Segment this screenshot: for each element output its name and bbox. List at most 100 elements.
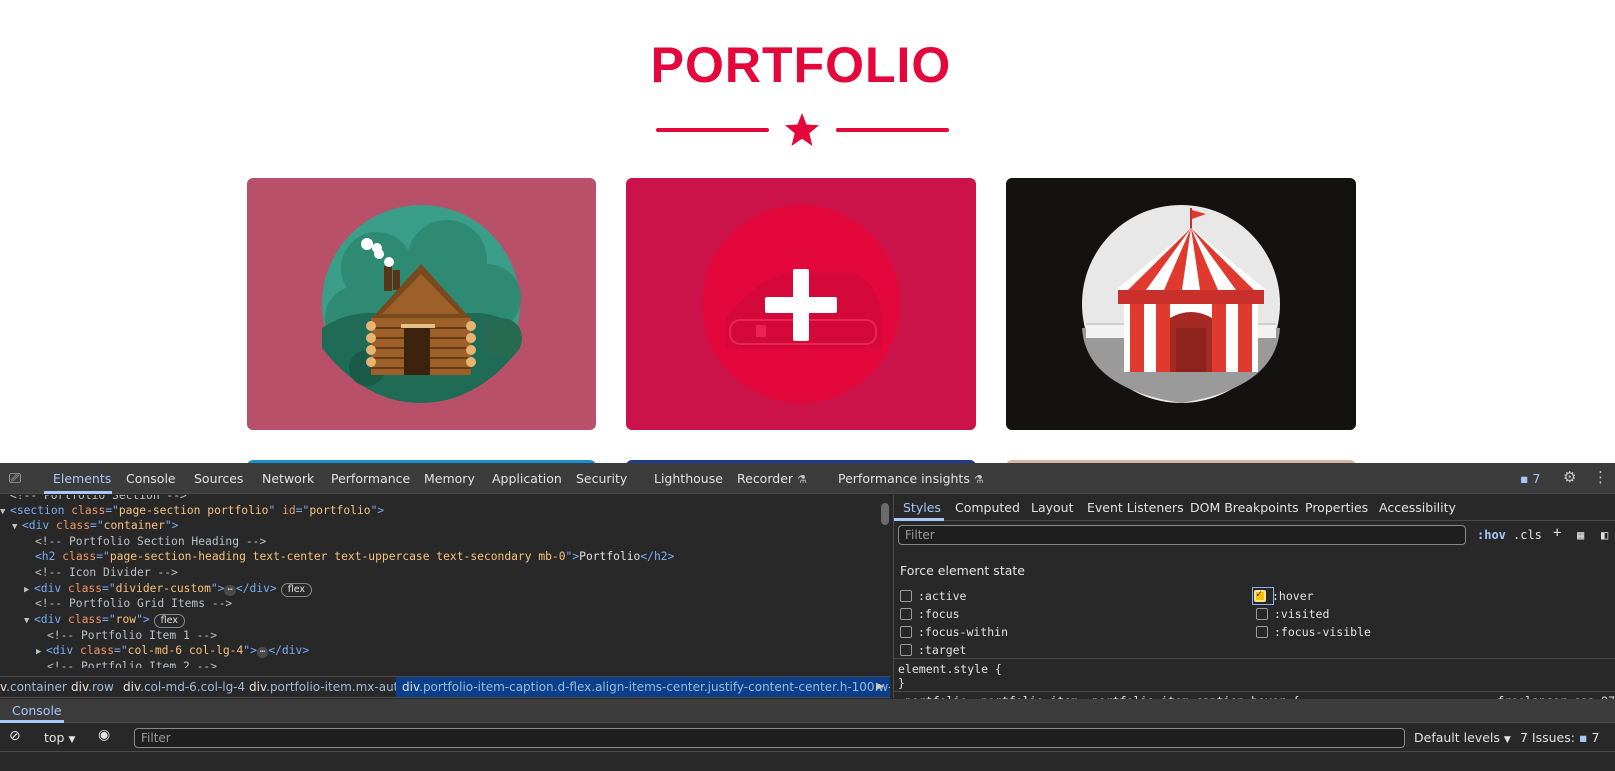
tree-comment: <!-- Portfolio Section --> — [10, 495, 187, 502]
checkbox[interactable] — [900, 626, 912, 638]
cls-toggle[interactable]: .cls — [1513, 528, 1542, 542]
checkbox[interactable] — [1256, 608, 1268, 620]
styles-tab-bar: Styles Computed Layout Event Listeners D… — [894, 495, 1615, 521]
tab-memory[interactable]: Memory — [424, 471, 475, 486]
gear-icon[interactable]: ⚙ — [1563, 468, 1576, 486]
circus-tent-illustration — [1006, 178, 1356, 430]
flex-badge[interactable]: flex — [280, 583, 313, 597]
tree-comment: <!-- Portfolio Section Heading --> — [35, 535, 267, 548]
tab-security[interactable]: Security — [576, 471, 627, 486]
tree-node-col[interactable]: ▶ <div class="col-md-6 col-lg-4"> ⋯ </div> — [36, 644, 309, 659]
flask-icon: ⚗ — [973, 473, 984, 486]
dropdown-arrow-icon: ▼ — [1503, 735, 1511, 745]
active-tab-indicator — [0, 720, 64, 723]
paint-icon[interactable]: ▦ — [1577, 528, 1584, 542]
expand-triangle-icon[interactable]: ▼ — [0, 505, 10, 519]
divider — [894, 691, 1615, 692]
tab-network[interactable]: Network — [262, 471, 314, 486]
message-icon: ▪ — [1578, 730, 1588, 745]
active-tab-indicator — [894, 518, 944, 521]
tab-sources[interactable]: Sources — [194, 471, 243, 486]
tab-performance[interactable]: Performance — [331, 471, 410, 486]
portfolio-item-3[interactable] — [1006, 178, 1356, 430]
tab-event-listeners[interactable]: Event Listeners — [1087, 500, 1184, 515]
breadcrumb-item[interactable]: div.row — [71, 680, 114, 694]
state-visited[interactable]: :visited — [1256, 607, 1329, 621]
tab-console-drawer[interactable]: Console — [12, 703, 62, 718]
flex-badge[interactable]: flex — [153, 614, 185, 628]
breadcrumb-scroll-right-icon[interactable]: ▶ — [876, 681, 884, 692]
breadcrumb-item[interactable]: v.container — [0, 680, 67, 694]
divider-line-right — [836, 128, 949, 132]
collapse-triangle-icon[interactable]: ▶ — [24, 583, 34, 597]
console-issues-label: 7 Issues: — [1520, 730, 1575, 745]
log-cabin-illustration — [247, 178, 596, 430]
checkbox[interactable] — [900, 590, 912, 602]
checkbox[interactable] — [900, 644, 912, 656]
tree-node-section[interactable]: ▼ <section class="page-section portfolio"… — [0, 504, 384, 519]
tree-node-divider[interactable]: ▶ <div class="divider-custom"> ⋯ </div> flex — [24, 582, 313, 597]
context-selector[interactable]: top ▼ — [44, 730, 75, 745]
state-focus[interactable]: :focus — [900, 607, 960, 621]
expand-triangle-icon[interactable]: ▼ — [12, 520, 22, 534]
breadcrumb-item[interactable]: div.portfolio-item.mx-auto — [249, 680, 406, 694]
tab-elements[interactable]: Elements — [53, 471, 111, 486]
breadcrumb-item-selected[interactable]: div.portfolio-item-caption.d-flex.align-… — [396, 677, 890, 697]
tab-application[interactable]: Application — [492, 471, 562, 486]
styles-filter-box — [898, 525, 1466, 545]
clear-console-icon[interactable]: ⊘ — [9, 728, 21, 744]
issues-badge[interactable]: ▪ 7 — [1520, 471, 1540, 486]
checkbox[interactable] — [900, 608, 912, 620]
state-target[interactable]: :target — [900, 643, 966, 657]
tab-dom-breakpoints[interactable]: DOM Breakpoints — [1190, 500, 1299, 515]
tab-layout[interactable]: Layout — [1031, 500, 1074, 515]
tab-accessibility[interactable]: Accessibility — [1379, 500, 1456, 515]
tab-recorder[interactable]: Recorder ⚗ — [737, 471, 807, 486]
tree-comment: <!-- Portfolio Item 2 --> — [47, 660, 218, 668]
state-active[interactable]: :active — [900, 589, 966, 603]
log-levels-dropdown[interactable]: Default levels ▼ — [1414, 730, 1511, 745]
checkbox-checked[interactable] — [1254, 589, 1266, 602]
tab-computed[interactable]: Computed — [955, 500, 1020, 515]
hov-toggle[interactable]: :hov — [1477, 528, 1506, 542]
portfolio-item-1[interactable] — [247, 178, 596, 430]
expand-triangle-icon[interactable]: ▼ — [24, 614, 34, 628]
console-filter-input[interactable] — [135, 729, 1404, 747]
tab-console[interactable]: Console — [126, 471, 176, 486]
rule-element-style-open[interactable]: element.style { — [898, 662, 1002, 676]
tab-properties[interactable]: Properties — [1305, 500, 1368, 515]
context-label: top — [44, 730, 65, 745]
breadcrumb-item[interactable]: div.col-md-6.col-lg-4 — [123, 680, 245, 694]
tab-performance-insights[interactable]: Performance insights ⚗ — [838, 471, 984, 486]
elements-scrollbar[interactable] — [881, 503, 889, 525]
styles-filter-input[interactable] — [899, 526, 1465, 544]
tab-recorder-label: Recorder — [737, 471, 794, 486]
console-toolbar: ⊘ top ▼ ◉ Default levels ▼ 7 Issues: ▪ 7 — [0, 724, 1615, 752]
new-rule-icon[interactable]: + — [1553, 525, 1561, 541]
state-hover[interactable]: :hover — [1252, 587, 1314, 605]
message-icon: ▪ — [1520, 471, 1529, 486]
ellipsis-badge[interactable]: ⋯ — [256, 647, 269, 658]
collapse-triangle-icon[interactable]: ▶ — [36, 645, 46, 659]
more-vert-icon[interactable]: ⋮ — [1593, 468, 1608, 486]
issues-count: 7 — [1532, 471, 1541, 486]
device-toolbar-icon[interactable]: ⎚ — [9, 469, 21, 487]
sidebar-toggle-icon[interactable]: ◧ — [1601, 528, 1608, 542]
ellipsis-badge[interactable]: ⋯ — [224, 585, 236, 596]
portfolio-item-2[interactable] — [626, 178, 976, 430]
tab-lighthouse[interactable]: Lighthouse — [654, 471, 723, 486]
state-focus-visible[interactable]: :focus-visible — [1256, 625, 1371, 639]
tree-node-container[interactable]: ▼ <div class="container"> — [12, 519, 178, 534]
tab-styles[interactable]: Styles — [903, 500, 941, 515]
tree-node-h2[interactable]: <h2 class="page-section-heading text-cen… — [35, 550, 674, 564]
dropdown-arrow-icon: ▼ — [68, 735, 76, 745]
eye-icon[interactable]: ◉ — [98, 727, 110, 743]
webpage-viewport: PORTFOLIO — [0, 0, 1615, 463]
star-icon — [785, 113, 819, 146]
tree-node-row[interactable]: ▼ <div class="row"> flex — [24, 613, 185, 628]
console-issues-button[interactable]: 7 Issues: ▪ 7 — [1520, 730, 1599, 745]
state-focus-within[interactable]: :focus-within — [900, 625, 1008, 639]
divider-line-left — [656, 128, 769, 132]
checkbox[interactable] — [1256, 626, 1268, 638]
console-filter-box — [134, 728, 1405, 748]
